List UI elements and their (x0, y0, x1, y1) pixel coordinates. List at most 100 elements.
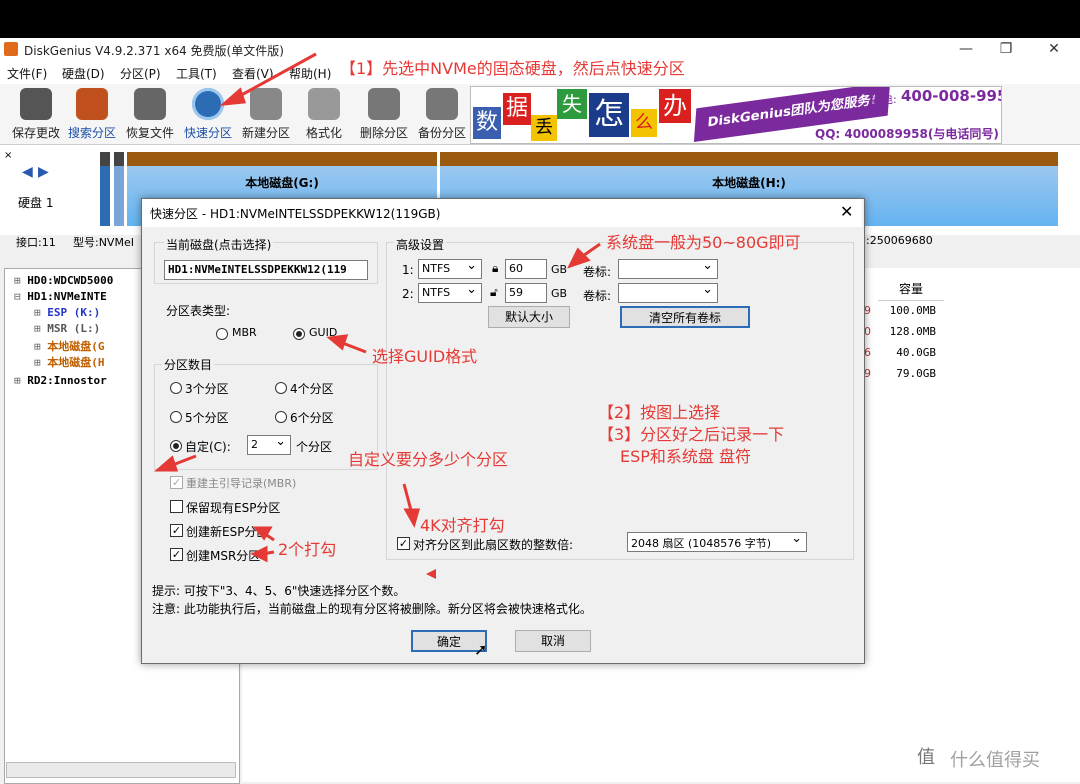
table-cell: 9 (864, 304, 871, 317)
toolbar-format-button[interactable]: 格式化 (296, 86, 352, 142)
expand-icon[interactable]: ⊞ (14, 274, 27, 287)
tree-item-label: 本地磁盘(H (47, 356, 105, 369)
warning-text: 注意: 此功能执行后，当前磁盘上的现有分区将被删除。新分区将会被快速格式化。 (152, 602, 592, 616)
annotation-align: 4K对齐打勾 (420, 516, 505, 535)
watermark-text: 什么值得买 (950, 750, 1040, 771)
row1-fs-select[interactable]: NTFS (418, 258, 482, 279)
tree-item-label: 本地磁盘(G (47, 340, 105, 353)
disk-nav-left-icon[interactable]: ◀ (22, 164, 33, 180)
msr-checkbox[interactable]: ✓ (170, 548, 183, 561)
toolbar-delete-button[interactable]: 删除分区 (356, 86, 412, 142)
menu-file[interactable]: 文件(F) (7, 65, 47, 82)
annotation-system-size: 系统盘一般为50~80G即可 (606, 233, 801, 252)
expand-icon[interactable]: ⊞ (34, 322, 47, 335)
close-panel-icon[interactable]: × (4, 150, 12, 161)
guid-radio[interactable] (293, 328, 305, 340)
row2-volume-select[interactable] (618, 282, 718, 303)
custom-count-select[interactable]: 2 (247, 434, 291, 455)
ad-banner[interactable]: 数 据 丢 失 怎 么 办 DiskGenius团队为您服务! 致电: 400-… (470, 86, 1002, 144)
expand-icon[interactable]: ⊞ (34, 306, 47, 319)
banner-qq: QQ: 4000089958(与电话同号) (815, 127, 999, 141)
tree-item-label: HD0:WDCWD5000 (27, 274, 114, 287)
menu-partition[interactable]: 分区(P) (120, 65, 161, 82)
row2-size-input[interactable]: 59 (505, 283, 547, 303)
minimize-icon[interactable]: — (956, 40, 976, 58)
collapse-icon[interactable]: ⊟ (14, 290, 27, 303)
expand-icon[interactable]: ⊞ (14, 374, 27, 387)
expand-icon[interactable]: ⊞ (34, 356, 47, 369)
table-cell: 0 (864, 325, 871, 338)
toolbar-search-button[interactable]: 搜索分区 (64, 86, 120, 142)
disk-part-msr[interactable] (114, 152, 124, 226)
expand-icon[interactable]: ⊞ (34, 340, 47, 353)
tree-item[interactable]: ⊞ 本地磁盘(H (34, 354, 105, 370)
tree-item-label: ESP (K:) (47, 306, 101, 319)
custom-radio[interactable] (170, 440, 182, 452)
hint-text: 提示: 可按下"3、4、5、6"快速选择分区个数。 (152, 584, 406, 598)
toolbar-backup-button[interactable]: 备份分区 (414, 86, 470, 142)
toolbar-label: 新建分区 (241, 126, 290, 140)
align-select[interactable]: 2048 扇区 (1048576 字节) (627, 531, 807, 552)
restore-icon (134, 88, 166, 120)
window-title: DiskGenius V4.9.2.371 x64 免费版(单文件版) (24, 44, 284, 58)
tree-item[interactable]: ⊟ HD1:NVMeINTE (14, 290, 107, 303)
toolbar-label: 备份分区 (417, 126, 466, 140)
tree-item[interactable]: ⊞ RD2:Innostor (14, 374, 107, 387)
menu-tools[interactable]: 工具(T) (176, 65, 217, 82)
table-cell: 6 (864, 346, 871, 359)
clear-labels-button[interactable]: 清空所有卷标 (620, 306, 750, 328)
default-size-button[interactable]: 默认大小 (488, 306, 570, 328)
cancel-button[interactable]: 取消 (515, 630, 591, 652)
guid-label: GUID (309, 326, 338, 339)
menu-help[interactable]: 帮助(H) (289, 65, 331, 82)
keep-esp-checkbox[interactable] (170, 500, 183, 513)
opt-4-radio[interactable] (275, 382, 287, 394)
opt-6-radio[interactable] (275, 411, 287, 423)
tree-item[interactable]: ⊞ HD0:WDCWD5000 (14, 274, 113, 287)
menu-view[interactable]: 查看(V) (232, 65, 274, 82)
opt-5-radio[interactable] (170, 411, 182, 423)
row2-fs-select[interactable]: NTFS (418, 282, 482, 303)
dialog-close-icon[interactable]: ✕ (840, 202, 853, 221)
app-logo-icon (4, 42, 18, 56)
lock-icon[interactable]: 🔒︎ (492, 261, 498, 276)
annotation-step3: 【3】分区好之后记录一下 (598, 425, 785, 444)
toolbar-label: 格式化 (305, 126, 342, 140)
current-disk-label: 当前磁盘(点击选择) (164, 236, 274, 253)
opt-3-radio[interactable] (170, 382, 182, 394)
col-capacity-header[interactable]: 容量 (878, 278, 944, 301)
annotation-custom: 自定义要分多少个分区 (348, 450, 509, 469)
new-partition-icon (250, 88, 282, 120)
unlock-icon[interactable]: 🔓︎ (490, 285, 498, 300)
toolbar-label: 搜索分区 (67, 126, 116, 140)
rebuild-mbr-checkbox[interactable]: ✓ (170, 476, 183, 489)
table-cell-capacity: 79.0GB (896, 367, 936, 380)
toolbar-restore-button[interactable]: 恢复文件 (122, 86, 178, 142)
close-window-icon[interactable]: ✕ (1044, 40, 1064, 58)
toolbar-quick-partition-button[interactable]: 快速分区 (180, 86, 236, 142)
disk-part-esp[interactable] (100, 152, 110, 226)
align-checkbox[interactable]: ✓ (397, 537, 410, 550)
table-type-label: 分区表类型: (166, 304, 231, 318)
partition-count-label: 分区数目 (162, 356, 215, 373)
current-disk-field[interactable]: HD1:NVMeINTELSSDPEKKW12(119 (164, 260, 368, 280)
tree-item[interactable]: ⊞ 本地磁盘(G (34, 338, 105, 354)
tree-item[interactable]: ⊞ MSR (L:) (34, 322, 100, 335)
maximize-icon[interactable]: ❐ (996, 40, 1016, 58)
toolbar-new-partition-button[interactable]: 新建分区 (238, 86, 294, 142)
save-icon (20, 88, 52, 120)
backup-icon (426, 88, 458, 120)
disk-nav-right-icon[interactable]: ▶ (38, 164, 49, 180)
tree-item[interactable]: ⊞ ESP (K:) (34, 306, 100, 319)
row1-volume-select[interactable] (618, 258, 718, 279)
tree-item-label: RD2:Innostor (27, 374, 107, 387)
row1-size-input[interactable]: 60 (505, 259, 547, 279)
toolbar-save-button[interactable]: 保存更改 (8, 86, 64, 142)
banner-phone-prefix: 致电: (871, 93, 897, 106)
new-esp-checkbox[interactable]: ✓ (170, 524, 183, 537)
row2-index: 2: (402, 287, 414, 301)
opt-5-label: 5个分区 (185, 411, 229, 425)
tree-scrollbar[interactable] (6, 762, 236, 778)
mbr-radio[interactable] (216, 328, 228, 340)
menu-disk[interactable]: 硬盘(D) (62, 65, 105, 82)
